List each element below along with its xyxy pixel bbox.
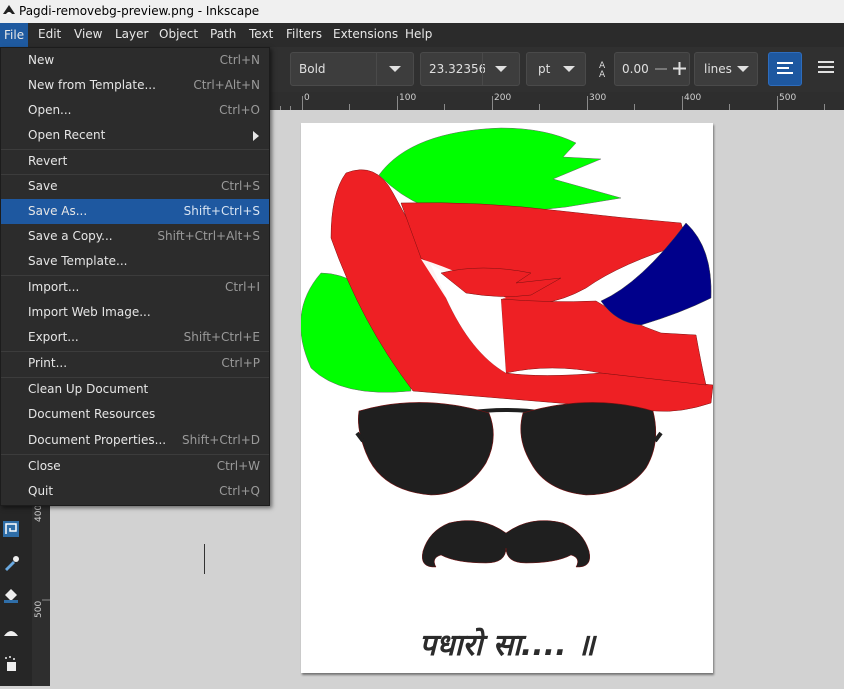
menu-item-import[interactable]: Import... Ctrl+I [1, 275, 269, 300]
menu-item-new[interactable]: New Ctrl+N [1, 48, 269, 73]
letter-spacing-icon: A A [599, 61, 606, 78]
pagdi-artwork[interactable] [300, 123, 714, 673]
menu-file[interactable]: File [0, 23, 29, 47]
menu-item-new-from-template[interactable]: New from Template... Ctrl+Alt+N [1, 73, 269, 98]
align-left-button[interactable] [768, 52, 802, 86]
line-spacing-mode-value: lines [704, 62, 732, 76]
menu-item-save-template[interactable]: Save Template... [1, 249, 269, 274]
menu-help[interactable]: Help [405, 27, 432, 41]
menu-item-open-recent[interactable]: Open Recent [1, 123, 269, 148]
window-title: Pagdi-removebg-preview.png - Inkscape [19, 4, 260, 18]
font-style-value: Bold [299, 62, 326, 76]
menu-item-open[interactable]: Open... Ctrl+O [1, 98, 269, 123]
menu-edit[interactable]: Edit [38, 27, 61, 41]
menu-item-save-a-copy[interactable]: Save a Copy... Shift+Ctrl+Alt+S [1, 224, 269, 249]
svg-text:500: 500 [34, 601, 44, 618]
window-titlebar: Pagdi-removebg-preview.png - Inkscape [0, 0, 844, 23]
letter-spacing-spin[interactable]: 0.00 [614, 52, 690, 86]
spiral-tool-icon[interactable] [2, 520, 20, 538]
chevron-down-icon[interactable] [376, 53, 413, 85]
ruler-label: 0 [304, 93, 310, 103]
unit-dropdown[interactable]: pt [526, 52, 586, 86]
menu-item-print[interactable]: Print... Ctrl+P [1, 351, 269, 376]
menu-item-save[interactable]: Save Ctrl+S [1, 174, 269, 199]
document-page[interactable]: पधारो सा.... ॥ [300, 123, 714, 673]
menu-item-revert[interactable]: Revert [1, 149, 269, 174]
align-left-icon [777, 62, 793, 74]
font-style-dropdown[interactable]: Bold [290, 52, 414, 86]
menu-filters[interactable]: Filters [286, 27, 322, 41]
menu-extensions[interactable]: Extensions [333, 27, 398, 41]
dropper-tool-icon[interactable] [2, 554, 20, 572]
menu-text[interactable]: Text [249, 27, 273, 41]
menu-item-close[interactable]: Close Ctrl+W [1, 454, 269, 479]
text-cursor [204, 544, 205, 574]
spray-tool-icon[interactable] [2, 654, 20, 672]
menu-view[interactable]: View [74, 27, 102, 41]
chevron-down-icon[interactable] [482, 53, 519, 85]
menu-item-import-web-image[interactable]: Import Web Image... [1, 300, 269, 325]
devanagari-caption[interactable]: पधारो सा.... ॥ [301, 623, 713, 664]
ruler-label: 300 [589, 93, 607, 103]
menu-object[interactable]: Object [159, 27, 198, 41]
paint-bucket-tool-icon[interactable] [2, 586, 20, 604]
ruler-label: 400 [684, 93, 702, 103]
menu-layer[interactable]: Layer [115, 27, 148, 41]
ruler-label: 500 [779, 93, 797, 103]
menu-path[interactable]: Path [210, 27, 236, 41]
ruler-label: 200 [494, 93, 512, 103]
submenu-arrow-icon [253, 131, 259, 141]
menu-item-quit[interactable]: Quit Ctrl+Q [1, 479, 269, 504]
svg-text:400: 400 [34, 505, 44, 522]
letter-spacing-value: 0.00 [622, 62, 649, 76]
align-justify-button[interactable] [810, 52, 842, 84]
inkscape-logo-icon [3, 5, 15, 14]
font-size-combo[interactable]: 23.32356 [420, 52, 520, 86]
align-justify-icon [818, 61, 834, 73]
menu-item-clean-up-document[interactable]: Clean Up Document [1, 377, 269, 402]
ruler-label: 100 [399, 93, 417, 103]
menu-item-save-as[interactable]: Save As... Shift+Ctrl+S [1, 199, 269, 224]
svg-text:A: A [599, 70, 606, 78]
menu-bar: File Edit View Layer Object Path Text Fi… [0, 23, 844, 47]
file-menu: New Ctrl+N New from Template... Ctrl+Alt… [0, 47, 270, 506]
line-spacing-mode-dropdown[interactable]: lines [694, 52, 758, 86]
minus-icon[interactable] [655, 63, 667, 75]
tweak-tool-icon[interactable] [2, 622, 20, 640]
chevron-down-icon[interactable] [557, 53, 585, 85]
unit-value: pt [538, 62, 551, 76]
chevron-down-icon[interactable] [735, 53, 757, 85]
menu-item-document-resources[interactable]: Document Resources [1, 402, 269, 427]
menu-item-export[interactable]: Export... Shift+Ctrl+E [1, 325, 269, 350]
font-size-value: 23.32356 [429, 62, 485, 76]
plus-icon[interactable] [673, 62, 686, 75]
horizontal-ruler: 0 100 200 300 400 500 [270, 92, 844, 110]
menu-item-document-properties[interactable]: Document Properties... Shift+Ctrl+D [1, 428, 269, 453]
